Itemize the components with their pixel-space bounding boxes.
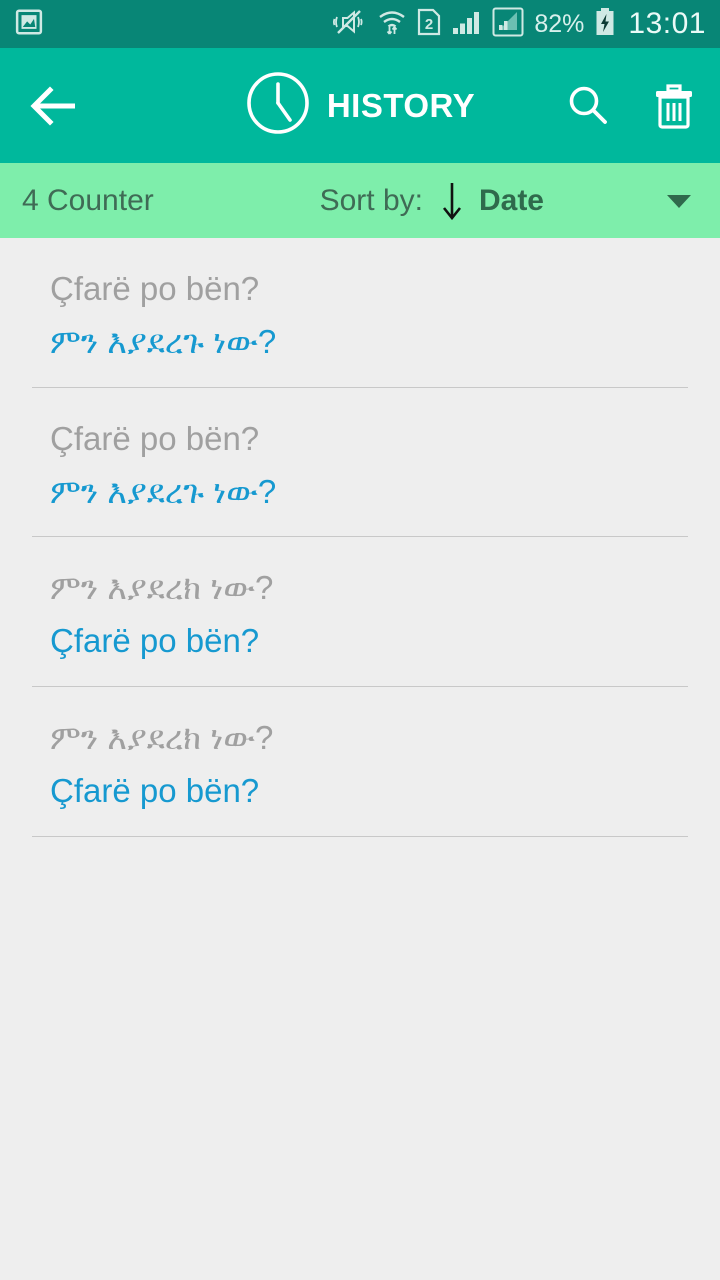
page-title: HISTORY bbox=[326, 86, 476, 124]
battery-percent: 82% bbox=[534, 9, 585, 38]
history-target-text: Çfarë po bën? bbox=[50, 622, 260, 660]
counter-label: 4 Counter bbox=[22, 183, 154, 217]
image-notification-icon bbox=[14, 7, 44, 42]
history-source-text: ምን እያደረክ ነው? bbox=[50, 719, 274, 757]
wifi-data-icon bbox=[377, 7, 407, 42]
back-button[interactable] bbox=[22, 75, 84, 137]
history-target-text: ምን እያደረጉ ነው? bbox=[50, 322, 277, 360]
history-source-text: Çfarë po bën? bbox=[50, 419, 260, 457]
sort-by-label: Sort by: bbox=[319, 183, 423, 217]
table-row[interactable]: Çfarë po bën? ምን እያደረጉ ነው? bbox=[0, 388, 720, 538]
vibrate-mute-icon bbox=[333, 7, 367, 42]
search-button[interactable] bbox=[564, 82, 612, 130]
status-bar-clock: 13:01 bbox=[628, 7, 706, 40]
chevron-down-icon[interactable] bbox=[664, 189, 694, 213]
status-bar-right: 2 82% 13:01 bbox=[333, 6, 706, 43]
signal-bars-secondary-icon bbox=[492, 6, 524, 43]
app-bar-actions bbox=[564, 80, 698, 132]
delete-all-button[interactable] bbox=[650, 80, 698, 132]
status-bar-left bbox=[14, 7, 44, 42]
sim2-icon: 2 bbox=[417, 7, 442, 42]
signal-bars-icon bbox=[452, 7, 482, 42]
history-target-text: ምን እያደረጉ ነው? bbox=[50, 472, 277, 510]
back-arrow-icon bbox=[30, 85, 75, 126]
search-icon bbox=[569, 86, 607, 124]
history-list: Çfarë po bën? ምን እያደረጉ ነው? Çfarë po bën?… bbox=[0, 238, 720, 837]
table-row[interactable]: ምን እያደረክ ነው? Çfarë po bën? bbox=[0, 687, 720, 837]
trash-icon bbox=[656, 83, 692, 129]
table-row[interactable]: Çfarë po bën? ምን እያደረጉ ነው? bbox=[0, 238, 720, 388]
status-bar: 2 82% 13:01 bbox=[0, 0, 720, 48]
svg-text:2: 2 bbox=[425, 16, 433, 33]
sort-bar: 4 Counter Sort by: Date bbox=[0, 163, 720, 238]
history-source-text: Çfarë po bën? bbox=[50, 270, 260, 307]
sort-descending-icon[interactable] bbox=[439, 177, 465, 225]
app-bar: HISTORY bbox=[0, 48, 720, 163]
sort-value-label: Date bbox=[478, 183, 544, 217]
sort-control[interactable]: Sort by: Date bbox=[320, 177, 698, 225]
clock-icon bbox=[245, 70, 311, 141]
battery-charging-icon bbox=[594, 7, 616, 42]
table-row[interactable]: ምን እያደረክ ነው? Çfarë po bën? bbox=[0, 537, 720, 687]
history-source-text: ምን እያደረክ ነው? bbox=[50, 569, 274, 607]
history-target-text: Çfarë po bën? bbox=[50, 772, 260, 810]
